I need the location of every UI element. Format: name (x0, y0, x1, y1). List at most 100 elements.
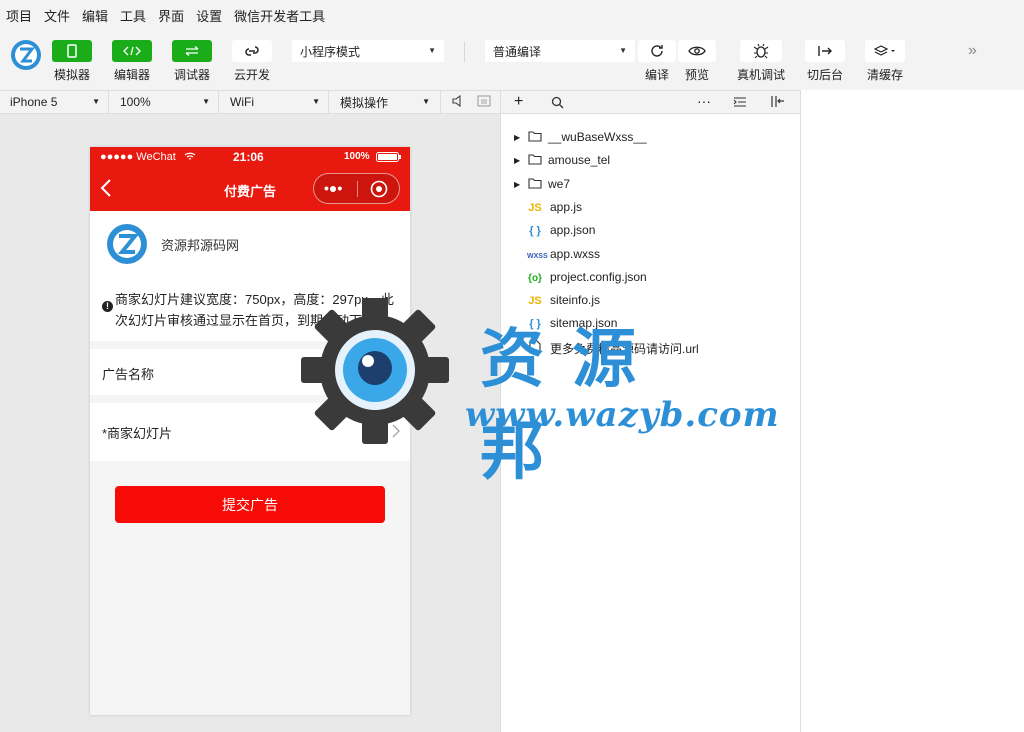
menu-edit[interactable]: 编辑 (82, 6, 108, 25)
tree-item-label: 更多免费精品源码请访问.url (550, 341, 699, 356)
slide-label: *商家幻灯片 (102, 426, 173, 441)
cloud-label: 云开发 (234, 68, 271, 82)
debugger-label: 调试器 (174, 68, 211, 82)
submit-button[interactable]: 提交广告 (115, 486, 385, 523)
capsule-menu: •●• (313, 173, 400, 204)
editor-label: 编辑器 (114, 68, 151, 82)
tree-item-label: app.js (550, 199, 583, 214)
to-background-icon (818, 46, 832, 56)
status-bar: ●●●●● WeChat 21:06 100% (90, 147, 410, 167)
status-battery: 100% (344, 151, 370, 162)
toolbar: 模拟器 编辑器 调试器 云开发 小程序模式 ▼ 普通编译 ▼ 编译 预览 真机调… (0, 30, 1024, 90)
ad-name-input[interactable] (296, 359, 406, 385)
tree-item[interactable]: 更多免费精品源码请访问.url (501, 336, 801, 358)
preview-button[interactable] (678, 40, 716, 62)
brand-name: 资源邦源码网 (161, 238, 240, 253)
devtools-window: 项目 文件 编辑 工具 界面 设置 微信开发者工具 模拟器 编辑器 调试器 云开… (0, 0, 1024, 732)
js-file-icon: JS (528, 201, 542, 214)
menu-bar: 项目 文件 编辑 工具 界面 设置 微信开发者工具 (0, 0, 1024, 30)
menu-file[interactable]: 文件 (44, 6, 70, 25)
search-icon[interactable] (551, 96, 564, 112)
remote-debug-button[interactable] (740, 40, 782, 62)
add-file-icon[interactable]: + (514, 94, 523, 110)
status-signal: ●●●●● WeChat (100, 151, 176, 163)
phone-icon (67, 44, 77, 58)
tree-item-label: __wuBaseWxss__ (548, 130, 647, 144)
divider (218, 91, 219, 113)
menu-settings[interactable]: 设置 (196, 6, 222, 25)
preview-label: 预览 (685, 68, 710, 82)
caret-right-icon[interactable]: ▶ (514, 133, 520, 142)
split-icon[interactable] (770, 95, 786, 111)
config-file-icon: {o} (528, 272, 542, 284)
tree-item-label: sitemap.json (550, 316, 618, 331)
tree-item[interactable]: JS siteinfo.js (501, 289, 801, 311)
link-icon (245, 46, 259, 56)
tree-item[interactable]: {o} project.config.json (501, 266, 801, 288)
refresh-icon (651, 45, 663, 57)
simulator-button[interactable] (52, 40, 92, 62)
operation-select[interactable]: 模拟操作 ▼ (330, 91, 438, 113)
json-file-icon: { } (529, 318, 541, 331)
tree-item[interactable]: WXSS app.wxss (501, 243, 801, 265)
chevron-down-icon: ▼ (202, 97, 210, 106)
chevron-down-icon: ▼ (92, 97, 100, 106)
chevron-right-icon (392, 424, 400, 443)
zoom-select[interactable]: 100% ▼ (110, 91, 218, 113)
clear-cache-label: 清缓存 (867, 68, 904, 82)
tree-item[interactable]: { } sitemap.json (501, 312, 801, 334)
brand-logo (106, 223, 148, 270)
caret-right-icon[interactable]: ▶ (514, 156, 520, 165)
tree-item[interactable]: { } app.json (501, 219, 801, 241)
clear-cache-button[interactable] (865, 40, 905, 62)
menu-project[interactable]: 项目 (6, 6, 32, 25)
avatar[interactable] (10, 39, 42, 71)
background-button[interactable] (805, 40, 845, 62)
cloud-button[interactable] (232, 40, 272, 62)
more-icon[interactable]: ··· (697, 93, 711, 109)
caret-right-icon[interactable]: ▶ (514, 180, 520, 189)
file-icon (527, 340, 543, 357)
device-select[interactable]: iPhone 5 ▼ (0, 91, 108, 113)
folder-icon (527, 130, 543, 145)
caret-down-icon: ▼ (428, 46, 436, 55)
close-target-icon[interactable] (370, 180, 388, 203)
brand-card: 资源邦源码网 ! 商家幻灯片建议宽度：750px，高度：297px，此次幻灯片审… (90, 211, 410, 341)
more-chevron-icon[interactable]: » (968, 42, 977, 60)
network-value: WiFi (230, 95, 254, 109)
bug-icon (753, 43, 769, 59)
zoom-value: 100% (120, 95, 151, 109)
simulator-label: 模拟器 (54, 68, 91, 82)
remote-debug-label: 真机调试 (737, 68, 786, 82)
file-tree: ▶ __wuBaseWxss__ ▶ amouse_tel ▶ we7 JS app.js { … (500, 114, 800, 732)
tree-item[interactable]: ▶ amouse_tel (501, 149, 801, 171)
device-value: iPhone 5 (10, 95, 58, 109)
chevron-down-icon: ▼ (312, 97, 320, 106)
info-icon: ! (102, 301, 113, 312)
tree-item[interactable]: JS app.js (501, 196, 801, 218)
notice-text: 商家幻灯片建议宽度：750px，高度：297px，此次幻灯片审核通过显示在首页，… (115, 292, 394, 328)
debugger-button[interactable] (172, 40, 212, 62)
layers-icon (874, 45, 895, 56)
volume-icon[interactable] (452, 94, 464, 110)
tree-item[interactable]: ▶ we7 (501, 173, 801, 195)
menu-devtools[interactable]: 微信开发者工具 (234, 6, 325, 25)
editor-button[interactable] (112, 40, 152, 62)
ad-name-row: 广告名称 (90, 349, 410, 395)
mode-select[interactable]: 小程序模式 ▼ (292, 40, 444, 62)
collapse-icon[interactable] (733, 96, 747, 111)
divider (108, 91, 109, 113)
divider (440, 91, 441, 113)
compile-mode-select[interactable]: 普通编译 ▼ (485, 40, 635, 62)
window-icon[interactable] (477, 95, 491, 110)
slide-row[interactable]: *商家幻灯片 (90, 403, 410, 461)
menu-tools[interactable]: 工具 (120, 6, 146, 25)
tree-item[interactable]: ▶ __wuBaseWxss__ (501, 126, 801, 148)
menu-view[interactable]: 界面 (158, 6, 184, 25)
network-select[interactable]: WiFi ▼ (220, 91, 328, 113)
tree-item-label: we7 (548, 176, 571, 191)
more-dots-icon[interactable]: •●• (324, 181, 342, 195)
compile-button[interactable] (638, 40, 676, 62)
status-time: 21:06 (233, 150, 264, 164)
divider (464, 42, 465, 62)
